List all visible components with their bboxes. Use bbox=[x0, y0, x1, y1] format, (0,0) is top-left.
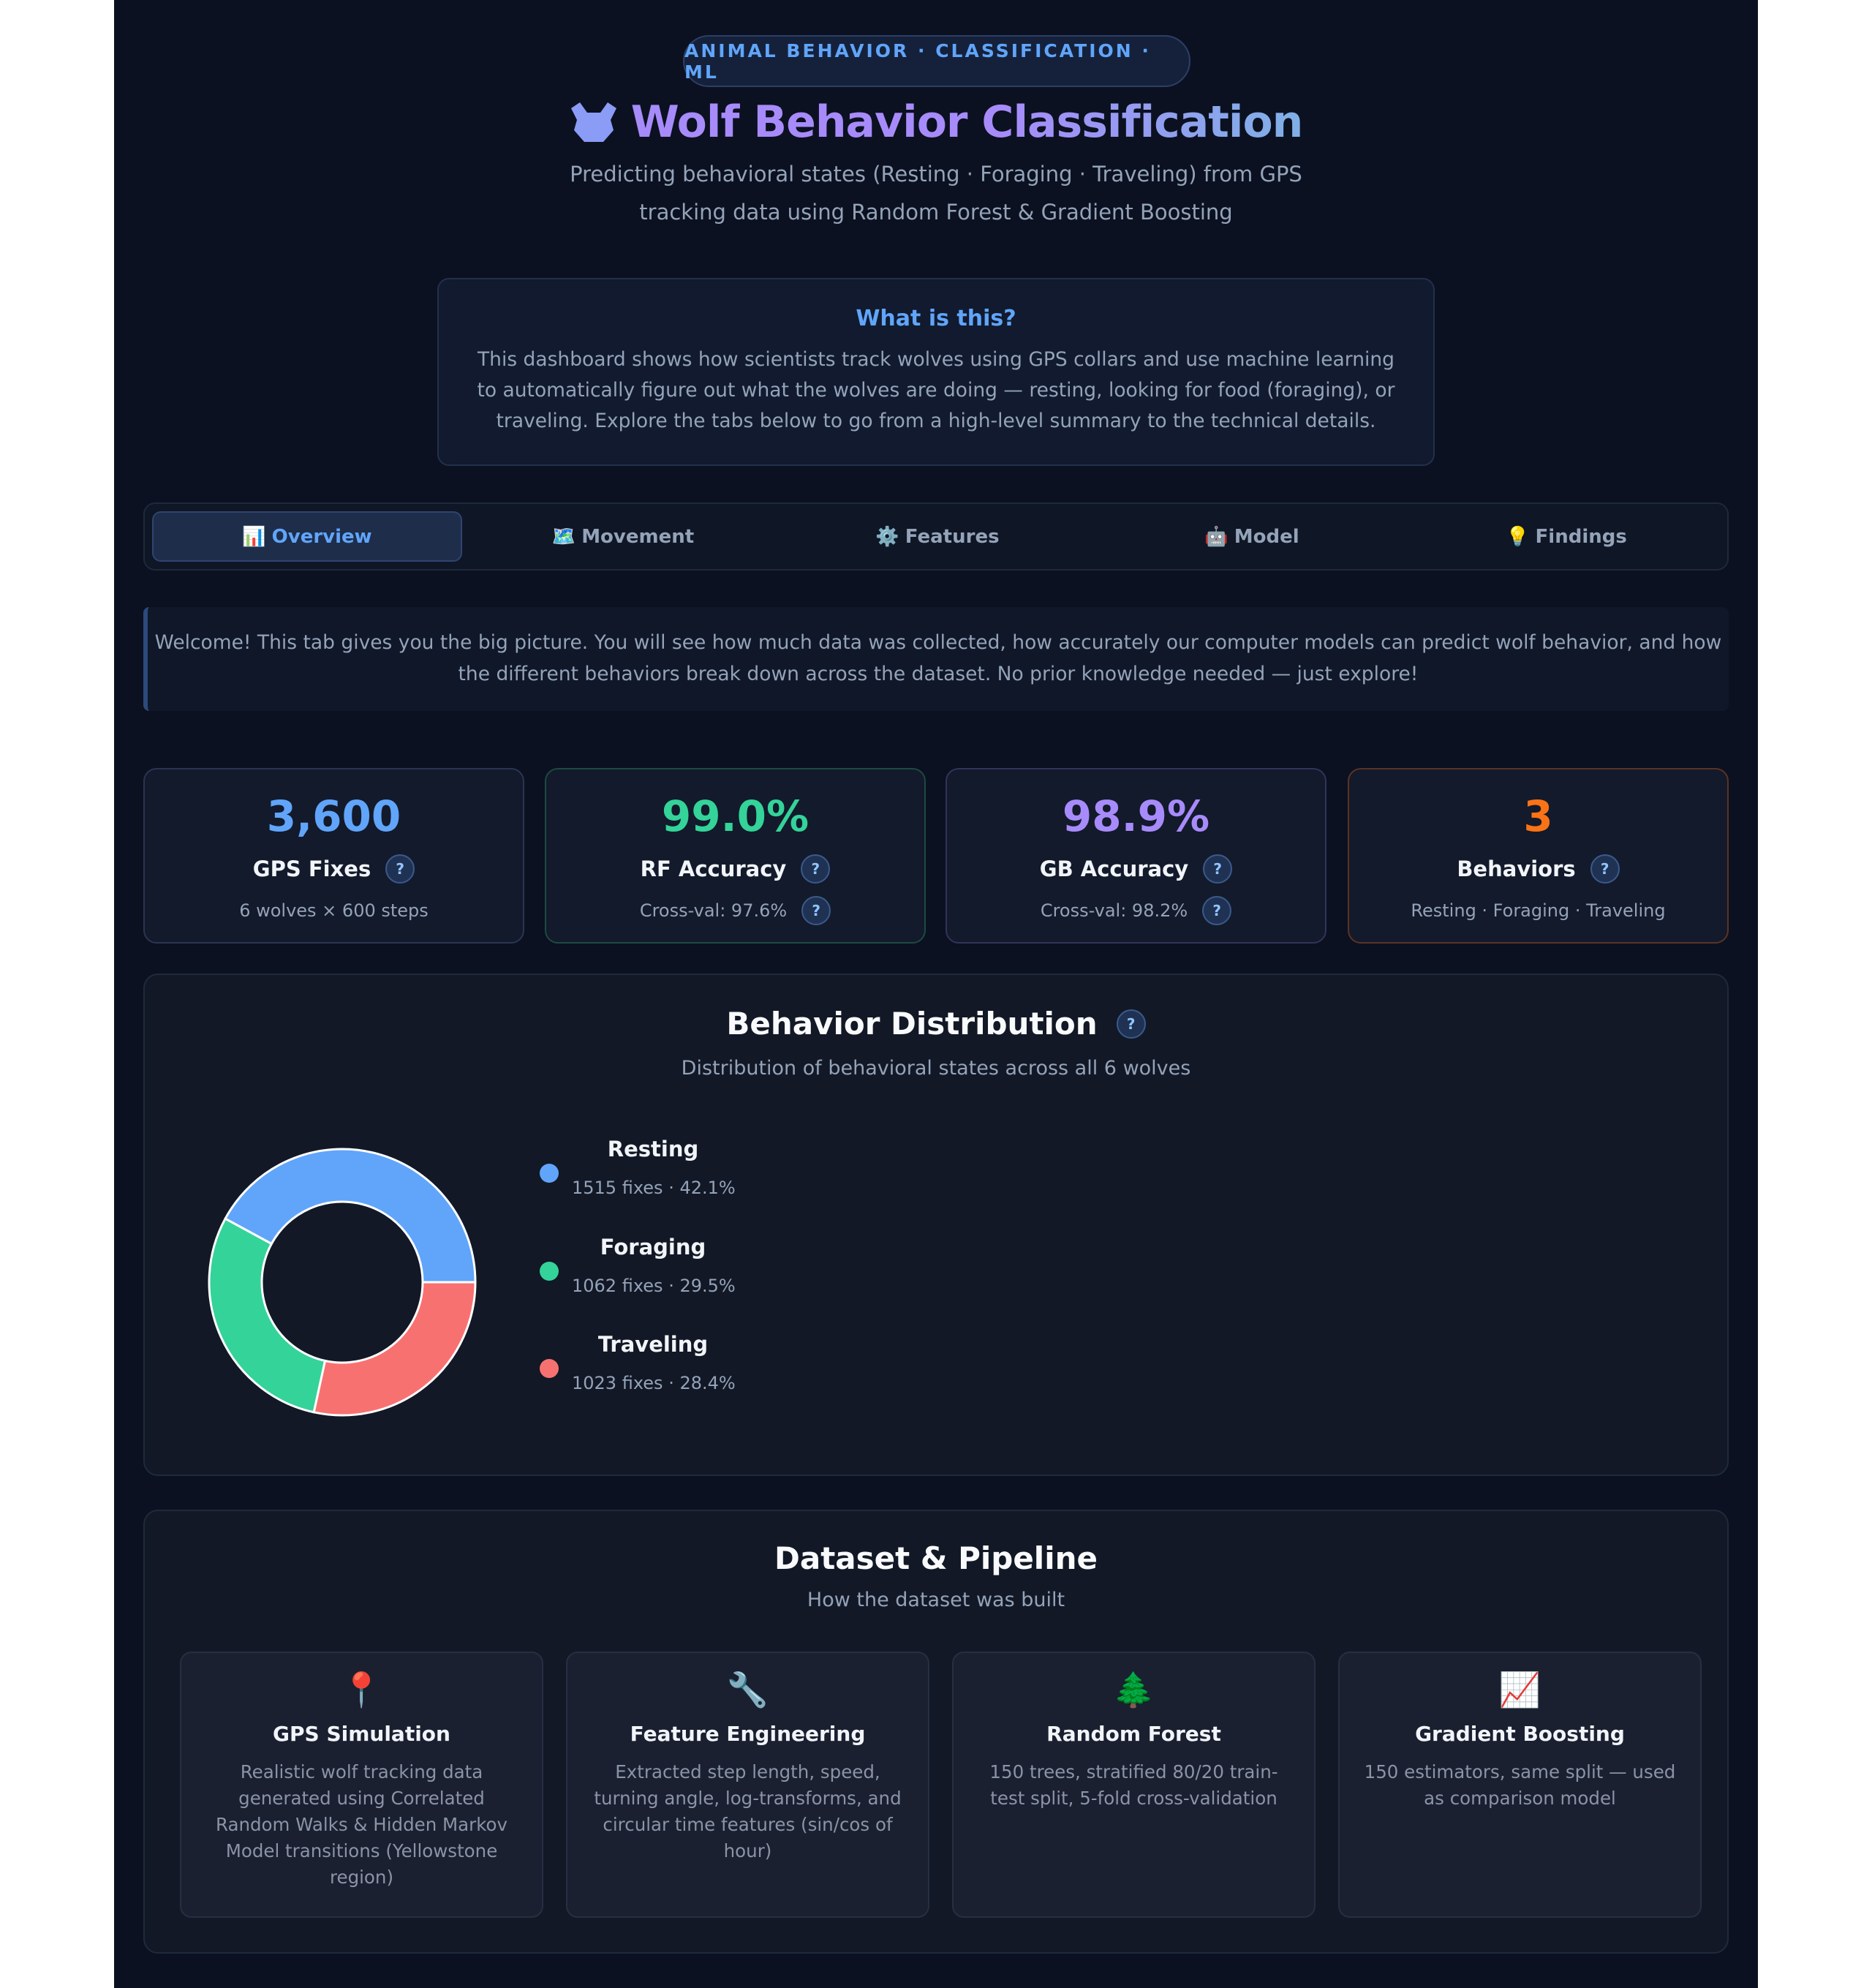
intro-box: What is this? This dashboard shows how s… bbox=[437, 278, 1435, 466]
legend-detail: 1515 fixes · 42.1% bbox=[572, 1178, 736, 1198]
kpi-value: 99.0% bbox=[661, 791, 809, 841]
step-name: Feature Engineering bbox=[630, 1722, 866, 1746]
step-name: Random Forest bbox=[1046, 1722, 1221, 1746]
kpi-sub-row: Cross-val: 97.6% ? bbox=[546, 895, 924, 926]
tab-label: Features bbox=[905, 525, 1000, 548]
tab-findings[interactable]: 💡 Findings bbox=[1413, 511, 1720, 562]
page-title: Wolf Behavior Classification bbox=[630, 97, 1304, 148]
kpi-card-behaviors: 3 Behaviors ? Resting · Foraging · Trave… bbox=[1348, 768, 1729, 944]
step-description: Realistic wolf tracking data generated u… bbox=[215, 1761, 508, 1888]
kpi-sub: Cross-val: 98.2% bbox=[1040, 900, 1188, 921]
tab-label: Model bbox=[1234, 525, 1299, 548]
kpi-sub: 6 wolves × 600 steps bbox=[239, 900, 429, 921]
pipeline-panel: Dataset & Pipeline How the dataset was b… bbox=[143, 1510, 1729, 1954]
robot-icon: 🤖 bbox=[1204, 525, 1228, 548]
legend-item-traveling[interactable]: Traveling 1023 fixes · 28.4% bbox=[540, 1328, 832, 1408]
tab-overview[interactable]: 📊 Overview bbox=[152, 511, 462, 562]
legend-dot bbox=[540, 1164, 559, 1183]
donut-chart bbox=[208, 1148, 477, 1417]
kpi-label: GPS Fixes bbox=[252, 856, 371, 881]
trend-chart-icon: 📈 bbox=[1498, 1670, 1541, 1709]
tab-model[interactable]: 🤖 Model bbox=[1098, 511, 1405, 562]
donut-slice-traveling[interactable] bbox=[312, 1281, 477, 1417]
legend-item-foraging[interactable]: Foraging 1062 fixes · 29.5% bbox=[540, 1230, 832, 1311]
help-icon[interactable]: ? bbox=[1590, 854, 1620, 884]
step-description: 150 estimators, same split — used as com… bbox=[1364, 1761, 1676, 1809]
tab-label: Findings bbox=[1535, 525, 1627, 548]
legend-dot bbox=[540, 1262, 559, 1281]
help-icon[interactable]: ? bbox=[1203, 854, 1233, 884]
distribution-title-row: Behavior Distribution ? bbox=[145, 1006, 1727, 1042]
kpi-value: 98.9% bbox=[1062, 791, 1210, 841]
help-icon[interactable]: ? bbox=[1116, 1009, 1146, 1039]
intro-title: What is this? bbox=[856, 306, 1016, 331]
legend-detail: 1023 fixes · 28.4% bbox=[572, 1373, 736, 1393]
step-description: Extracted step length, speed, turning an… bbox=[594, 1761, 902, 1861]
step-name: GPS Simulation bbox=[273, 1722, 450, 1746]
gear-icon: ⚙️ bbox=[875, 525, 899, 548]
bar-chart-icon: 📊 bbox=[242, 525, 266, 548]
kpi-sub-row: Resting · Foraging · Traveling bbox=[1349, 895, 1727, 926]
legend-detail: 1062 fixes · 29.5% bbox=[572, 1276, 736, 1296]
kpi-label-row: GB Accuracy ? bbox=[947, 854, 1325, 884]
tab-movement[interactable]: 🗺️ Movement bbox=[469, 511, 777, 562]
kpi-label: Behaviors bbox=[1457, 856, 1576, 881]
tab-features[interactable]: ⚙️ Features bbox=[784, 511, 1091, 562]
intro-text: This dashboard shows how scientists trac… bbox=[477, 348, 1395, 432]
pipeline-title-row: Dataset & Pipeline bbox=[145, 1540, 1727, 1576]
dashboard-page: ANIMAL BEHAVIOR · CLASSIFICATION · ML Wo… bbox=[114, 0, 1758, 1988]
tree-icon: 🌲 bbox=[1112, 1670, 1155, 1709]
kpi-label-row: Behaviors ? bbox=[1349, 854, 1727, 884]
legend-name: Traveling bbox=[597, 1332, 709, 1357]
kpi-card-rf-accuracy: 99.0% RF Accuracy ? Cross-val: 97.6% ? bbox=[545, 768, 926, 944]
pin-icon: 📍 bbox=[340, 1670, 383, 1709]
kpi-label-row: RF Accuracy ? bbox=[546, 854, 924, 884]
help-icon[interactable]: ? bbox=[801, 896, 831, 925]
help-icon[interactable]: ? bbox=[1202, 896, 1232, 925]
pipeline-step-feature-engineering: 🔧 Feature Engineering Extracted step len… bbox=[566, 1652, 929, 1918]
kpi-sub: Cross-val: 97.6% bbox=[639, 900, 788, 921]
legend-name: Foraging bbox=[600, 1235, 706, 1260]
kpi-label-row: GPS Fixes ? bbox=[145, 854, 523, 884]
kpi-sub-row: Cross-val: 98.2% ? bbox=[947, 895, 1325, 926]
kpi-card-gb-accuracy: 98.9% GB Accuracy ? Cross-val: 98.2% ? bbox=[946, 768, 1326, 944]
pipeline-subtitle: How the dataset was built bbox=[807, 1589, 1065, 1611]
lightbulb-icon: 💡 bbox=[1506, 525, 1530, 548]
kpi-row: 3,600 GPS Fixes ? 6 wolves × 600 steps 9… bbox=[143, 768, 1729, 944]
legend-dot bbox=[540, 1359, 559, 1378]
kpi-card-gps-fixes: 3,600 GPS Fixes ? 6 wolves × 600 steps bbox=[143, 768, 524, 944]
welcome-banner: Welcome! This tab gives you the big pict… bbox=[143, 607, 1729, 711]
pipeline-step-gps-simulation: 📍 GPS Simulation Realistic wolf tracking… bbox=[180, 1652, 543, 1918]
title-row: Wolf Behavior Classification bbox=[114, 92, 1758, 152]
kpi-value: 3,600 bbox=[266, 791, 401, 841]
page-subtitle: Predicting behavioral states (Resting · … bbox=[570, 162, 1302, 225]
category-badge: ANIMAL BEHAVIOR · CLASSIFICATION · ML bbox=[683, 35, 1190, 87]
donut-slice-foraging[interactable] bbox=[208, 1217, 327, 1414]
pipeline-step-gradient-boosting: 📈 Gradient Boosting 150 estimators, same… bbox=[1338, 1652, 1702, 1918]
pipeline-title: Dataset & Pipeline bbox=[774, 1540, 1098, 1576]
tab-label: Movement bbox=[581, 525, 695, 548]
kpi-sub: Resting · Foraging · Traveling bbox=[1411, 900, 1666, 921]
legend-name: Resting bbox=[607, 1137, 699, 1161]
help-icon[interactable]: ? bbox=[385, 854, 415, 884]
distribution-subtitle: Distribution of behavioral states across… bbox=[681, 1057, 1191, 1080]
wolf-icon bbox=[570, 102, 616, 142]
step-description: 150 trees, stratified 80/20 train-test s… bbox=[989, 1761, 1278, 1809]
distribution-panel: Behavior Distribution ? Distribution of … bbox=[143, 974, 1729, 1476]
legend-item-resting[interactable]: Resting 1515 fixes · 42.1% bbox=[540, 1132, 832, 1213]
map-icon: 🗺️ bbox=[551, 525, 576, 548]
distribution-title: Behavior Distribution bbox=[726, 1006, 1098, 1042]
kpi-sub-row: 6 wolves × 600 steps bbox=[145, 895, 523, 926]
step-name: Gradient Boosting bbox=[1415, 1722, 1625, 1746]
help-icon[interactable]: ? bbox=[801, 854, 831, 884]
kpi-label: RF Accuracy bbox=[640, 856, 787, 881]
wrench-icon: 🔧 bbox=[726, 1670, 769, 1709]
tab-label: Overview bbox=[271, 525, 372, 548]
kpi-label: GB Accuracy bbox=[1039, 856, 1189, 881]
tab-bar: 📊 Overview 🗺️ Movement ⚙️ Features 🤖 Mod… bbox=[143, 502, 1729, 571]
pipeline-step-random-forest: 🌲 Random Forest 150 trees, stratified 80… bbox=[952, 1652, 1316, 1918]
kpi-value: 3 bbox=[1523, 791, 1553, 841]
